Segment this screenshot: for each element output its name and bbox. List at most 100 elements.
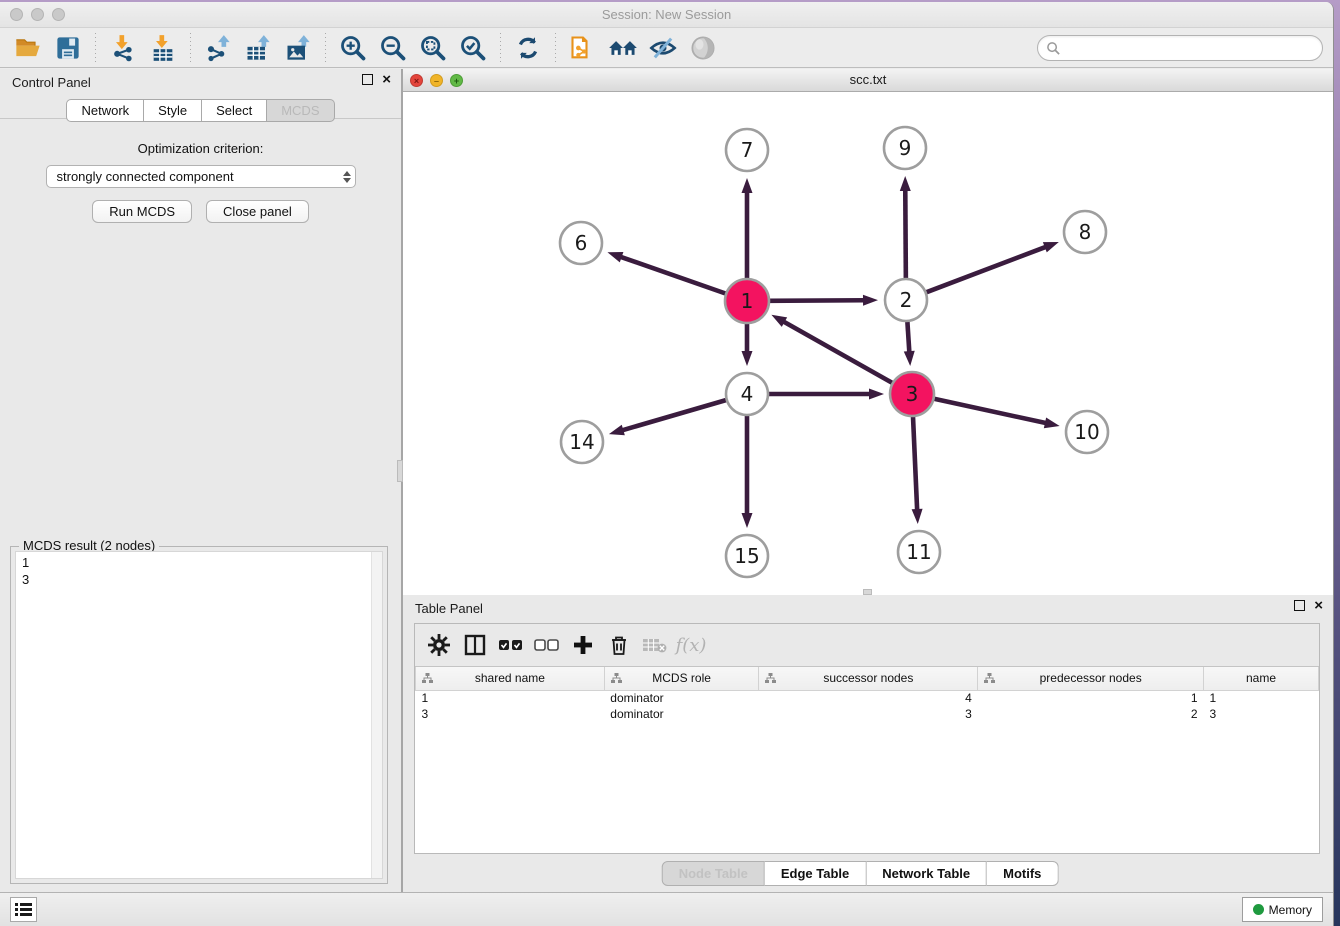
- cell-shared-name[interactable]: 1: [416, 690, 605, 706]
- minimize-window-button[interactable]: [31, 8, 44, 21]
- cell-name[interactable]: 3: [1204, 706, 1319, 722]
- network-close-button[interactable]: ×: [410, 74, 423, 87]
- control-panel-header: Control Panel ×: [0, 69, 401, 95]
- arrowhead-icon: [863, 295, 878, 306]
- network-maximize-button[interactable]: +: [450, 74, 463, 87]
- mcds-result-textarea[interactable]: 1 3: [15, 551, 383, 879]
- tab-node-table[interactable]: Node Table: [662, 861, 765, 886]
- zoom-selected-icon[interactable]: [456, 32, 490, 64]
- task-history-button[interactable]: [10, 897, 37, 922]
- add-column-icon[interactable]: [567, 629, 599, 661]
- zoom-fit-icon[interactable]: [416, 32, 450, 64]
- function-builder-icon[interactable]: f(x): [675, 629, 707, 661]
- tab-mcds[interactable]: MCDS: [267, 99, 334, 122]
- graph-edge-1-6[interactable]: [620, 257, 727, 294]
- column-header-name[interactable]: name: [1204, 667, 1319, 690]
- table-splitter-handle[interactable]: [863, 589, 872, 595]
- hide-annotations-icon[interactable]: [646, 32, 680, 64]
- panel-splitter-handle[interactable]: [397, 460, 403, 482]
- application-window: Session: New Session: [0, 2, 1334, 926]
- column-header-predecessor-nodes[interactable]: predecessor nodes: [978, 667, 1204, 690]
- cell-name[interactable]: 1: [1204, 690, 1319, 706]
- arrowhead-icon: [609, 425, 625, 436]
- search-box[interactable]: [1037, 35, 1323, 61]
- close-panel-button[interactable]: Close panel: [206, 200, 309, 223]
- tab-style[interactable]: Style: [144, 99, 202, 122]
- arrowhead-icon: [869, 389, 884, 400]
- close-panel-icon[interactable]: ×: [1314, 600, 1323, 611]
- toolbar-separator: [190, 33, 191, 63]
- close-panel-icon[interactable]: ×: [382, 74, 391, 85]
- select-all-checkboxes-icon[interactable]: [495, 629, 527, 661]
- import-table-icon[interactable]: [146, 32, 180, 64]
- arrowhead-icon: [1043, 242, 1059, 252]
- graph-edge-3-11[interactable]: [913, 416, 917, 511]
- save-session-icon[interactable]: [51, 32, 85, 64]
- cell-successor-nodes[interactable]: 4: [759, 690, 978, 706]
- graph-edge-3-1[interactable]: [783, 321, 893, 383]
- table-row[interactable]: 1 dominator 4 1 1: [416, 690, 1319, 706]
- tab-motifs[interactable]: Motifs: [987, 861, 1058, 886]
- memory-button[interactable]: Memory: [1242, 897, 1323, 922]
- search-input[interactable]: [1061, 38, 1322, 58]
- import-network-icon[interactable]: [106, 32, 140, 64]
- graph-edge-2-9[interactable]: [905, 189, 906, 278]
- zoom-in-icon[interactable]: [336, 32, 370, 64]
- graph-edge-2-8[interactable]: [927, 247, 1047, 293]
- table-options-gear-icon[interactable]: [423, 629, 455, 661]
- column-header-shared-name[interactable]: shared name: [416, 667, 605, 690]
- cell-mcds-role[interactable]: dominator: [604, 706, 759, 722]
- delete-column-icon[interactable]: [603, 629, 635, 661]
- float-panel-icon[interactable]: [362, 74, 373, 85]
- zoom-out-icon[interactable]: [376, 32, 410, 64]
- network-minimize-button[interactable]: –: [430, 74, 443, 87]
- graph-node-label: 11: [906, 540, 931, 564]
- graph-edge-2-3[interactable]: [907, 322, 909, 353]
- export-image-icon[interactable]: [281, 32, 315, 64]
- main-toolbar: [0, 28, 1333, 68]
- tab-select[interactable]: Select: [202, 99, 267, 122]
- delete-table-icon[interactable]: [639, 629, 671, 661]
- close-window-button[interactable]: [10, 8, 23, 21]
- show-all-networks-icon[interactable]: [606, 32, 640, 64]
- unselect-all-checkboxes-icon[interactable]: [531, 629, 563, 661]
- export-table-icon[interactable]: [241, 32, 275, 64]
- tab-edge-table[interactable]: Edge Table: [765, 861, 866, 886]
- cell-predecessor-nodes[interactable]: 1: [978, 690, 1204, 706]
- column-header-successor-nodes[interactable]: successor nodes: [759, 667, 978, 690]
- cell-predecessor-nodes[interactable]: 2: [978, 706, 1204, 722]
- tab-network-table[interactable]: Network Table: [866, 861, 987, 886]
- open-session-icon[interactable]: [11, 32, 45, 64]
- network-view-title: scc.txt: [403, 69, 1333, 91]
- result-scrollbar[interactable]: [371, 552, 382, 878]
- tab-network[interactable]: Network: [66, 99, 144, 122]
- optimization-criterion-label: Optimization criterion:: [0, 141, 401, 156]
- network-documents-icon[interactable]: [566, 32, 600, 64]
- network-view-titlebar[interactable]: × – + scc.txt: [403, 69, 1333, 92]
- cell-shared-name[interactable]: 3: [416, 706, 605, 722]
- export-network-icon[interactable]: [201, 32, 235, 64]
- bird-view-icon[interactable]: [686, 32, 720, 64]
- table-row[interactable]: 3 dominator 3 2 3: [416, 706, 1319, 722]
- arrowhead-icon: [900, 176, 911, 191]
- table-header-row: shared name MCDS role successor nodes pr…: [416, 667, 1319, 690]
- criterion-dropdown[interactable]: strongly connected component: [46, 165, 356, 188]
- graph-node-label: 3: [906, 382, 919, 406]
- graph-edge-4-14[interactable]: [621, 400, 726, 430]
- graph-node-label: 10: [1074, 420, 1099, 444]
- refresh-layout-icon[interactable]: [511, 32, 545, 64]
- node-table-container: f(x) shared name MCDS role successor nod…: [414, 623, 1320, 854]
- graph-edge-1-2[interactable]: [769, 300, 865, 301]
- column-header-mcds-role[interactable]: MCDS role: [604, 667, 759, 690]
- graph-edge-3-10[interactable]: [933, 399, 1046, 424]
- hierarchy-icon: [765, 673, 776, 687]
- cell-mcds-role[interactable]: dominator: [604, 690, 759, 706]
- maximize-window-button[interactable]: [52, 8, 65, 21]
- network-canvas[interactable]: 7968124314101511: [403, 92, 1333, 600]
- cell-successor-nodes[interactable]: 3: [759, 706, 978, 722]
- arrowhead-icon: [1044, 418, 1060, 429]
- float-panel-icon[interactable]: [1294, 600, 1305, 611]
- column-panel-icon[interactable]: [459, 629, 491, 661]
- arrowhead-icon: [607, 252, 623, 262]
- run-mcds-button[interactable]: Run MCDS: [92, 200, 192, 223]
